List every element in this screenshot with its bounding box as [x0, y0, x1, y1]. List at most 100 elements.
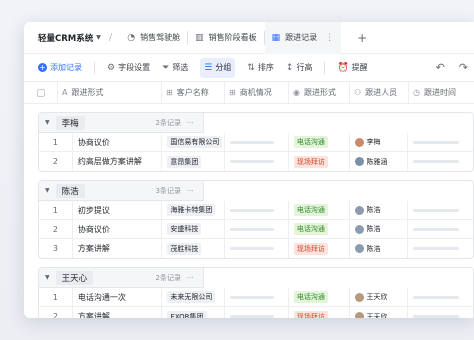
opportunity-cell[interactable] — [225, 219, 289, 239]
title-cell[interactable]: 方案讲解 — [73, 239, 163, 258]
opportunity-cell[interactable] — [225, 287, 289, 307]
record-group: ▼ 王天心 2条记录 ··· 1 电话沟通一次 未来无限公司 电话沟通 王天欣 — [38, 267, 474, 318]
person-cell[interactable]: 王天欣 — [350, 307, 409, 318]
reminder-button[interactable]: ⏰ 提醒 — [337, 58, 367, 78]
table-row[interactable]: 1 电话沟通一次 未来无限公司 电话沟通 王天欣 — [39, 287, 473, 307]
person-cell[interactable]: 陈浩 — [350, 200, 409, 220]
filter-button[interactable]: ⏷ 筛选 — [162, 58, 188, 78]
time-cell[interactable] — [408, 152, 473, 171]
collapse-triangle-icon[interactable]: ▼ — [45, 187, 50, 194]
column-header-person[interactable]: ⚇ 跟进人员 — [350, 81, 409, 104]
toolbar-divider — [324, 61, 326, 74]
view-toolbar: + 添加记录 ⚙ 字段设置 ⏷ 筛选 ☰ 分组 ⇅ 排序 ↕ 行高 ⏰ 提醒 ↶… — [24, 54, 474, 82]
table-row[interactable]: 1 协商议价 国信易有限公司 电话沟通 李梅 — [39, 132, 473, 152]
more-horizontal-icon[interactable]: ··· — [187, 119, 203, 127]
method-cell[interactable]: 现场拜访 — [289, 307, 350, 318]
kanban-icon: ▥ — [195, 32, 204, 43]
group-header-spacer — [203, 268, 473, 288]
group-header[interactable]: ▼ 陈浩 3条记录 ··· — [39, 181, 473, 201]
column-header-method[interactable]: ◉ 跟进形式 — [289, 81, 350, 104]
table-row[interactable]: 1 初步提议 海雅卡特集团 电话沟通 陈浩 — [39, 200, 473, 220]
title-cell[interactable]: 协商议价 — [73, 219, 163, 239]
table-row[interactable]: 3 方案讲解 茂胜科技 现场拜访 陈浩 — [39, 239, 473, 258]
tab-follow-up-records[interactable]: ▦ 跟进记录 ⋮ — [264, 22, 342, 54]
customer-cell[interactable]: 茂胜科技 — [162, 239, 226, 258]
table-row[interactable]: 2 协商议价 安盛科技 电话沟通 陈浩 — [39, 219, 473, 239]
table-row[interactable]: 2 方案讲解 EXOR集团 现场拜访 王天欣 — [39, 307, 473, 318]
column-header-title[interactable]: A 跟进形式 — [58, 81, 162, 104]
opportunity-cell[interactable] — [225, 239, 289, 258]
collapse-triangle-icon[interactable]: ▼ — [45, 274, 50, 281]
time-cell[interactable] — [408, 307, 473, 318]
customer-cell[interactable]: 海雅卡特集团 — [162, 200, 226, 220]
customer-cell[interactable]: 意昂集团 — [162, 152, 226, 171]
method-cell[interactable]: 现场拜访 — [289, 152, 350, 171]
redo-icon[interactable]: ↷ — [459, 61, 468, 74]
method-tag: 电话沟通 — [293, 136, 328, 148]
more-horizontal-icon[interactable]: ··· — [187, 187, 203, 195]
collapse-triangle-icon[interactable]: ▼ — [45, 119, 50, 126]
column-header-time[interactable]: ◷ 跟进时间 — [409, 82, 474, 104]
method-cell[interactable]: 电话沟通 — [289, 219, 350, 239]
method-cell[interactable]: 电话沟通 — [289, 200, 350, 220]
customer-cell[interactable]: 国信易有限公司 — [162, 132, 226, 152]
app-window: 轻量CRM系统 ▼ / ◔ 销售驾驶舱 ▥ 销售阶段看板 ▦ 跟进记录 ⋮ + … — [24, 22, 474, 318]
title-cell[interactable]: 约高层做方案讲解 — [73, 152, 163, 171]
person-name: 陈浩 — [366, 206, 381, 214]
column-header-customer[interactable]: ⊞ 客户名称 — [162, 81, 225, 104]
time-cell[interactable] — [408, 288, 473, 307]
breadcrumb-separator: / — [108, 32, 113, 43]
empty-placeholder — [413, 227, 460, 231]
group-header[interactable]: ▼ 李梅 2条记录 ··· — [39, 113, 473, 133]
method-cell[interactable]: 现场拜访 — [289, 239, 350, 258]
opportunity-cell[interactable] — [225, 132, 289, 152]
time-cell[interactable] — [408, 239, 473, 258]
toolbar-divider — [94, 61, 95, 74]
row-number: 1 — [39, 200, 73, 220]
tab-sales-stage-kanban[interactable]: ▥ 销售阶段看板 — [188, 22, 264, 54]
customer-cell[interactable]: 安盛科技 — [162, 219, 226, 239]
opportunity-cell[interactable] — [225, 152, 289, 171]
opportunity-cell[interactable] — [225, 200, 289, 220]
column-label: 跟进时间 — [423, 88, 456, 97]
method-cell[interactable]: 电话沟通 — [289, 132, 350, 152]
select-all-checkbox[interactable] — [36, 88, 45, 97]
group-header[interactable]: ▼ 王天心 2条记录 ··· — [39, 268, 473, 288]
add-record-button[interactable]: + 添加记录 — [38, 58, 82, 78]
field-settings-button[interactable]: ⚙ 字段设置 — [107, 58, 150, 78]
add-tab-icon[interactable]: + — [357, 31, 367, 45]
person-cell[interactable]: 李梅 — [350, 132, 409, 152]
column-label: 跟进形式 — [303, 88, 336, 97]
more-vertical-icon[interactable]: ⋮ — [325, 33, 334, 43]
row-height-button[interactable]: ↕ 行高 — [286, 58, 313, 78]
person-cell[interactable]: 陈浩 — [350, 219, 409, 239]
app-switcher[interactable]: 轻量CRM系统 ▼ — [38, 32, 101, 44]
record-title: 协商议价 — [77, 224, 110, 234]
title-cell[interactable]: 方案讲解 — [73, 307, 163, 318]
more-horizontal-icon[interactable]: ··· — [187, 274, 203, 282]
sort-button[interactable]: ⇅ 排序 — [247, 58, 274, 78]
undo-icon[interactable]: ↶ — [436, 61, 445, 74]
table-row[interactable]: 2 约高层做方案讲解 意昂集团 现场拜访 陈雅涵 — [39, 152, 473, 171]
group-button[interactable]: ☰ 分组 — [200, 57, 236, 78]
title-cell[interactable]: 初步提议 — [73, 200, 163, 220]
person-cell[interactable]: 陈浩 — [350, 239, 409, 258]
tab-sales-cockpit[interactable]: ◔ 销售驾驶舱 — [120, 22, 187, 54]
group-header-spacer — [203, 113, 473, 133]
customer-cell[interactable]: EXOR集团 — [162, 307, 226, 318]
customer-cell[interactable]: 未来无限公司 — [162, 287, 226, 307]
time-cell[interactable] — [408, 133, 473, 152]
empty-placeholder — [230, 315, 275, 318]
person-name: 王天欣 — [366, 312, 388, 319]
reminder-label: 提醒 — [351, 63, 368, 72]
method-cell[interactable]: 电话沟通 — [289, 287, 350, 307]
time-cell[interactable] — [408, 220, 473, 239]
column-header-opportunity[interactable]: ⊞ 商机情况 — [225, 81, 289, 104]
person-cell[interactable]: 王天欣 — [350, 287, 409, 307]
title-cell[interactable]: 电话沟通一次 — [73, 287, 163, 307]
time-cell[interactable] — [408, 201, 473, 220]
link-field-icon: ⊞ — [229, 88, 236, 97]
person-cell[interactable]: 陈雅涵 — [350, 152, 409, 171]
title-cell[interactable]: 协商议价 — [73, 132, 163, 152]
opportunity-cell[interactable] — [225, 307, 289, 318]
